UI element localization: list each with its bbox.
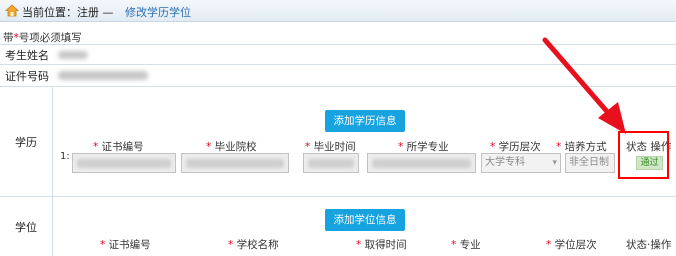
school-field[interactable]: [181, 153, 289, 173]
col-cert-number: * 证书编号: [93, 141, 144, 153]
add-degree-button[interactable]: 添加学位信息: [325, 209, 405, 231]
id-number-label: 证件号码: [5, 69, 49, 83]
id-number-value-redacted: [58, 71, 148, 80]
id-number-row: 证件号码: [0, 65, 676, 87]
required-note: 带*号项必须填写: [3, 32, 82, 44]
grad-date-field[interactable]: [303, 153, 359, 173]
col-school: * 毕业院校: [206, 141, 257, 153]
home-icon[interactable]: [5, 4, 19, 17]
col-degree-level: * 学位层次: [546, 239, 597, 251]
add-education-button[interactable]: 添加学历信息: [325, 110, 405, 132]
degree-label: 学位: [15, 221, 37, 234]
col-mode: * 培养方式: [556, 141, 607, 153]
form-table: 考生姓名 证件号码 学历 添加学历信息 * 证书编号 * 毕业院校 * 毕业时间…: [0, 44, 676, 256]
name-row: 考生姓名: [0, 45, 676, 65]
name-value-redacted: [58, 51, 88, 59]
col-major: * 专业: [451, 239, 481, 251]
col-school-name: * 学校名称: [228, 239, 279, 251]
row-index: 1:: [60, 151, 70, 162]
cert-number-field[interactable]: [72, 153, 176, 173]
col-level: * 学历层次: [490, 141, 541, 153]
breadcrumb-current-page[interactable]: 修改学历学位: [125, 4, 191, 20]
major-field[interactable]: [367, 153, 476, 173]
education-label: 学历: [15, 135, 37, 149]
mode-select[interactable]: 非全日制: [565, 153, 615, 173]
breadcrumb-prefix: 当前位置：注册 —: [22, 6, 114, 19]
col-status-action: 状态·操作: [626, 239, 672, 251]
status-highlight-box: [618, 131, 669, 179]
location-bar: 当前位置：注册 — 修改学历学位: [0, 0, 676, 22]
divider: [52, 197, 53, 256]
col-grad-date: * 毕业时间: [305, 141, 356, 153]
col-obtain-date: * 取得时间: [356, 239, 407, 251]
level-select[interactable]: 大学专科 ▾: [481, 153, 561, 173]
status-pass-badge[interactable]: 通过: [636, 156, 663, 170]
name-label: 考生姓名: [5, 48, 49, 62]
divider: [52, 87, 53, 196]
education-row: 学历 添加学历信息 * 证书编号 * 毕业院校 * 毕业时间 * 所学专业 * …: [0, 87, 676, 197]
chevron-down-icon: ▾: [552, 158, 557, 168]
col-cert-number: * 证书编号: [100, 239, 151, 251]
col-major: * 所学专业: [398, 141, 449, 153]
degree-row: 学位 添加学位信息 * 证书编号 * 学校名称 * 取得时间 * 专业 * 学位…: [0, 197, 676, 256]
